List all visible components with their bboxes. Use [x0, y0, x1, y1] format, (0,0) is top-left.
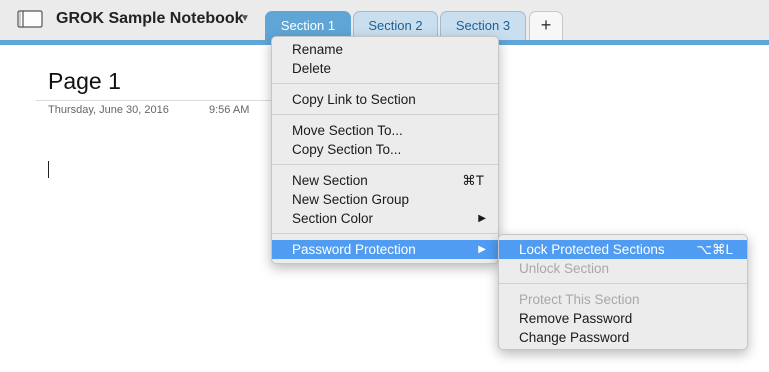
page-title[interactable]: Page 1: [48, 68, 121, 95]
menu-item-change-password[interactable]: Change Password: [499, 328, 747, 347]
submenu-arrow-icon: ▶: [478, 244, 486, 255]
page-time: 9:56 AM: [209, 104, 250, 116]
notebook-title[interactable]: GROK Sample Notebook: [56, 10, 244, 28]
submenu-arrow-icon: ▶: [478, 213, 486, 224]
menu-item-label: New Section Group: [292, 192, 410, 207]
password-protection-submenu: Lock Protected Sections ⌥⌘L Unlock Secti…: [498, 234, 748, 350]
menu-item-unlock-section: Unlock Section: [499, 259, 747, 278]
menu-item-new-section-group[interactable]: New Section Group: [272, 190, 498, 209]
section-context-menu: Rename Delete Copy Link to Section Move …: [271, 36, 499, 264]
menu-separator: [499, 283, 747, 284]
menu-item-new-section[interactable]: New Section ⌘T: [272, 171, 498, 190]
menu-separator: [272, 114, 498, 115]
menu-item-lock-protected-sections[interactable]: Lock Protected Sections ⌥⌘L: [499, 240, 747, 259]
menu-item-label: New Section: [292, 173, 368, 188]
menu-item-copy-link[interactable]: Copy Link to Section: [272, 90, 498, 109]
notebook-header: GROK Sample Notebook ▼ Section 1 Section…: [0, 0, 769, 40]
menu-item-label: Section Color: [292, 211, 374, 226]
menu-item-label: Rename: [292, 42, 344, 57]
menu-item-password-protection[interactable]: Password Protection ▶: [272, 240, 498, 259]
menu-item-label: Delete: [292, 61, 332, 76]
menu-item-label: Lock Protected Sections: [519, 242, 665, 257]
menu-item-move-section[interactable]: Move Section To...: [272, 121, 498, 140]
menu-item-copy-section[interactable]: Copy Section To...: [272, 140, 498, 159]
menu-item-delete[interactable]: Delete: [272, 59, 498, 78]
menu-item-label: Copy Section To...: [292, 142, 402, 157]
menu-item-rename[interactable]: Rename: [272, 40, 498, 59]
menu-item-section-color[interactable]: Section Color ▶: [272, 209, 498, 228]
title-divider: [36, 100, 276, 101]
menu-item-label: Change Password: [519, 330, 630, 345]
add-section-button[interactable]: +: [529, 11, 563, 40]
menu-separator: [272, 83, 498, 84]
menu-item-protect-section: Protect This Section: [499, 290, 747, 309]
menu-item-label: Password Protection: [292, 242, 416, 257]
menu-item-remove-password[interactable]: Remove Password: [499, 309, 747, 328]
notebook-icon[interactable]: [17, 10, 43, 28]
text-cursor: [48, 161, 49, 178]
menu-item-label: Move Section To...: [292, 123, 403, 138]
menu-item-label: Remove Password: [519, 311, 633, 326]
shortcut-label: ⌥⌘L: [696, 242, 733, 257]
menu-separator: [272, 164, 498, 165]
menu-item-label: Protect This Section: [519, 292, 640, 307]
menu-separator: [272, 233, 498, 234]
chevron-down-icon[interactable]: ▼: [240, 13, 250, 24]
menu-item-label: Unlock Section: [519, 261, 610, 276]
page-date: Thursday, June 30, 2016: [48, 104, 169, 116]
menu-item-label: Copy Link to Section: [292, 92, 416, 107]
shortcut-label: ⌘T: [462, 173, 484, 188]
